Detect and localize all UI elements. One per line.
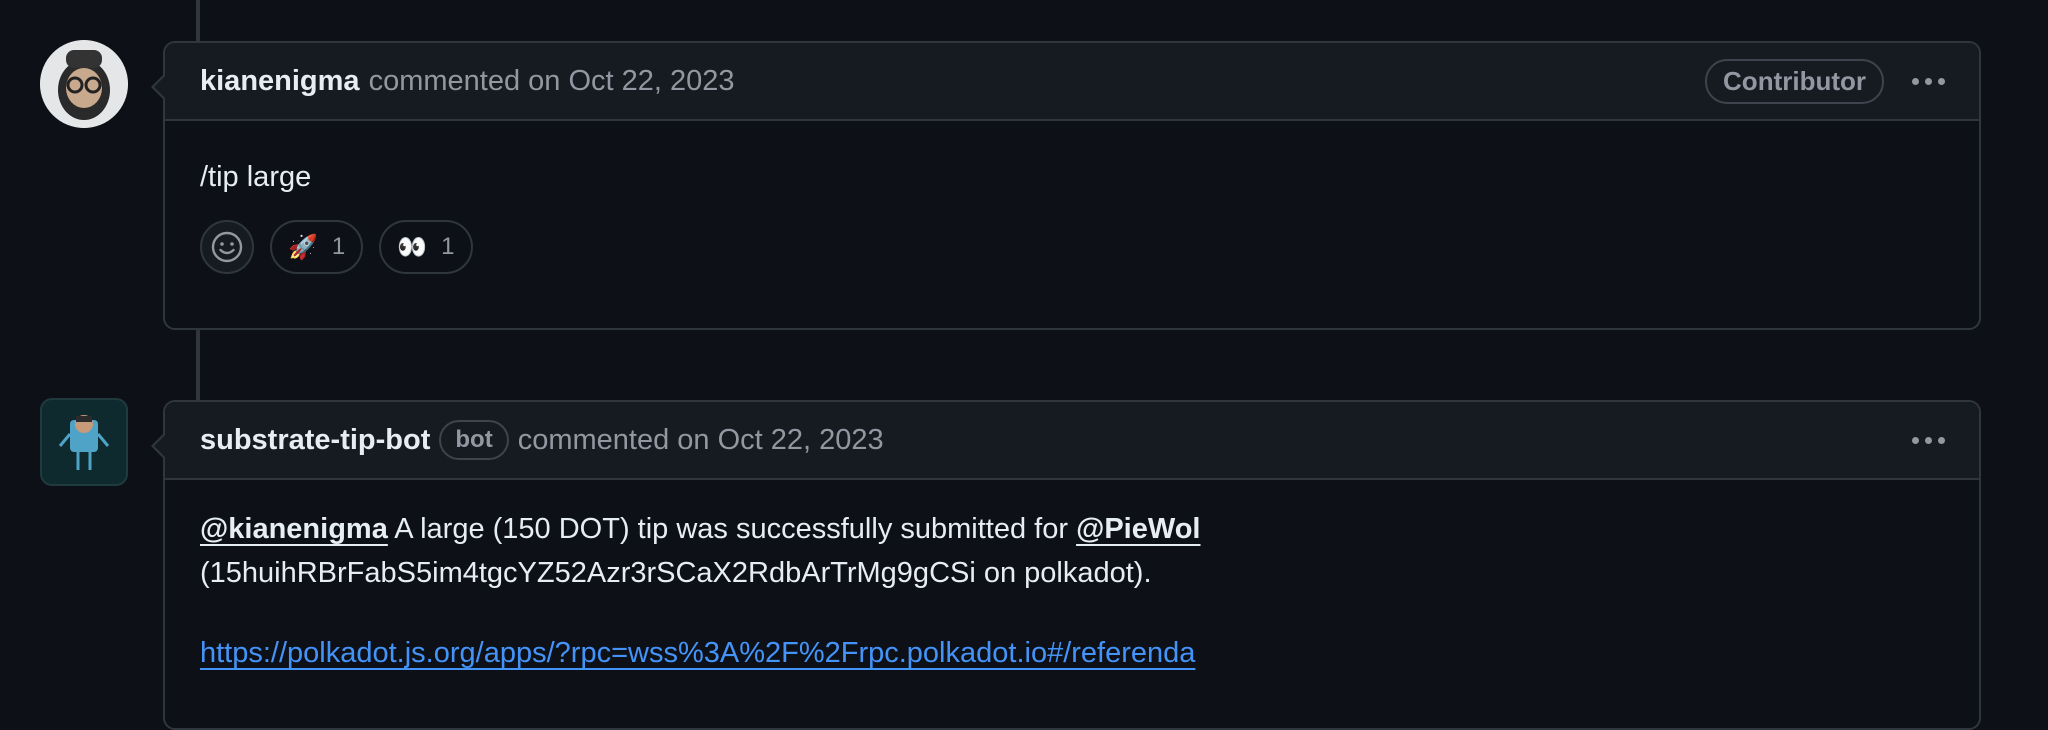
comment-paragraph: @kianenigma A large (150 DOT) tip was su…	[200, 507, 1944, 595]
comment-header: substrate-tip-bot bot commented on Oct 2…	[165, 402, 1979, 480]
smiley-icon	[211, 231, 243, 263]
bot-badge: bot	[439, 420, 509, 460]
robot-avatar-icon	[58, 415, 110, 470]
user-avatar-icon	[40, 40, 128, 128]
more-options-icon[interactable]	[1912, 77, 1945, 85]
reactions-bar: 🚀 1 👀 1	[200, 220, 1944, 274]
comment-card: kianenigma commented on Oct 22, 2023 Con…	[151, 41, 1981, 330]
contributor-badge: Contributor	[1705, 58, 1884, 104]
comment-author[interactable]: kianenigma	[200, 65, 360, 98]
mention-link[interactable]: @PieWol	[1076, 513, 1200, 545]
mention-link[interactable]: @kianenigma	[200, 513, 388, 545]
avatar[interactable]	[40, 40, 128, 128]
comment-text: /tip large	[200, 161, 312, 193]
more-options-icon[interactable]	[1912, 436, 1945, 444]
comment-body: @kianenigma A large (150 DOT) tip was su…	[165, 507, 1979, 675]
comment-header: kianenigma commented on Oct 22, 2023 Con…	[165, 43, 1979, 121]
comment-timestamp[interactable]: commented on Oct 22, 2023	[518, 424, 884, 457]
comment-body: /tip large 🚀 1 👀 1	[165, 161, 1979, 274]
comment-text: (15huihRBrFabS5im4tgcYZ52Azr3rSCaX2RdbAr…	[200, 557, 1152, 589]
eyes-icon: 👀	[397, 233, 428, 261]
reaction-count: 1	[441, 233, 455, 260]
reaction-rocket-button[interactable]: 🚀 1	[270, 220, 364, 274]
add-reaction-button[interactable]	[200, 220, 254, 274]
bot-avatar[interactable]	[40, 398, 128, 486]
comment-author[interactable]: substrate-tip-bot	[200, 424, 430, 457]
comment-card: substrate-tip-bot bot commented on Oct 2…	[151, 400, 1981, 730]
rocket-icon: 🚀	[288, 233, 318, 261]
referenda-link[interactable]: https://polkadot.js.org/apps/?rpc=wss%3A…	[200, 637, 1195, 669]
reaction-eyes-button[interactable]: 👀 1	[379, 220, 473, 274]
comment-text: A large (150 DOT) tip was successfully s…	[387, 513, 1077, 545]
comment-timestamp[interactable]: commented on Oct 22, 2023	[369, 65, 735, 98]
reaction-count: 1	[331, 233, 346, 260]
